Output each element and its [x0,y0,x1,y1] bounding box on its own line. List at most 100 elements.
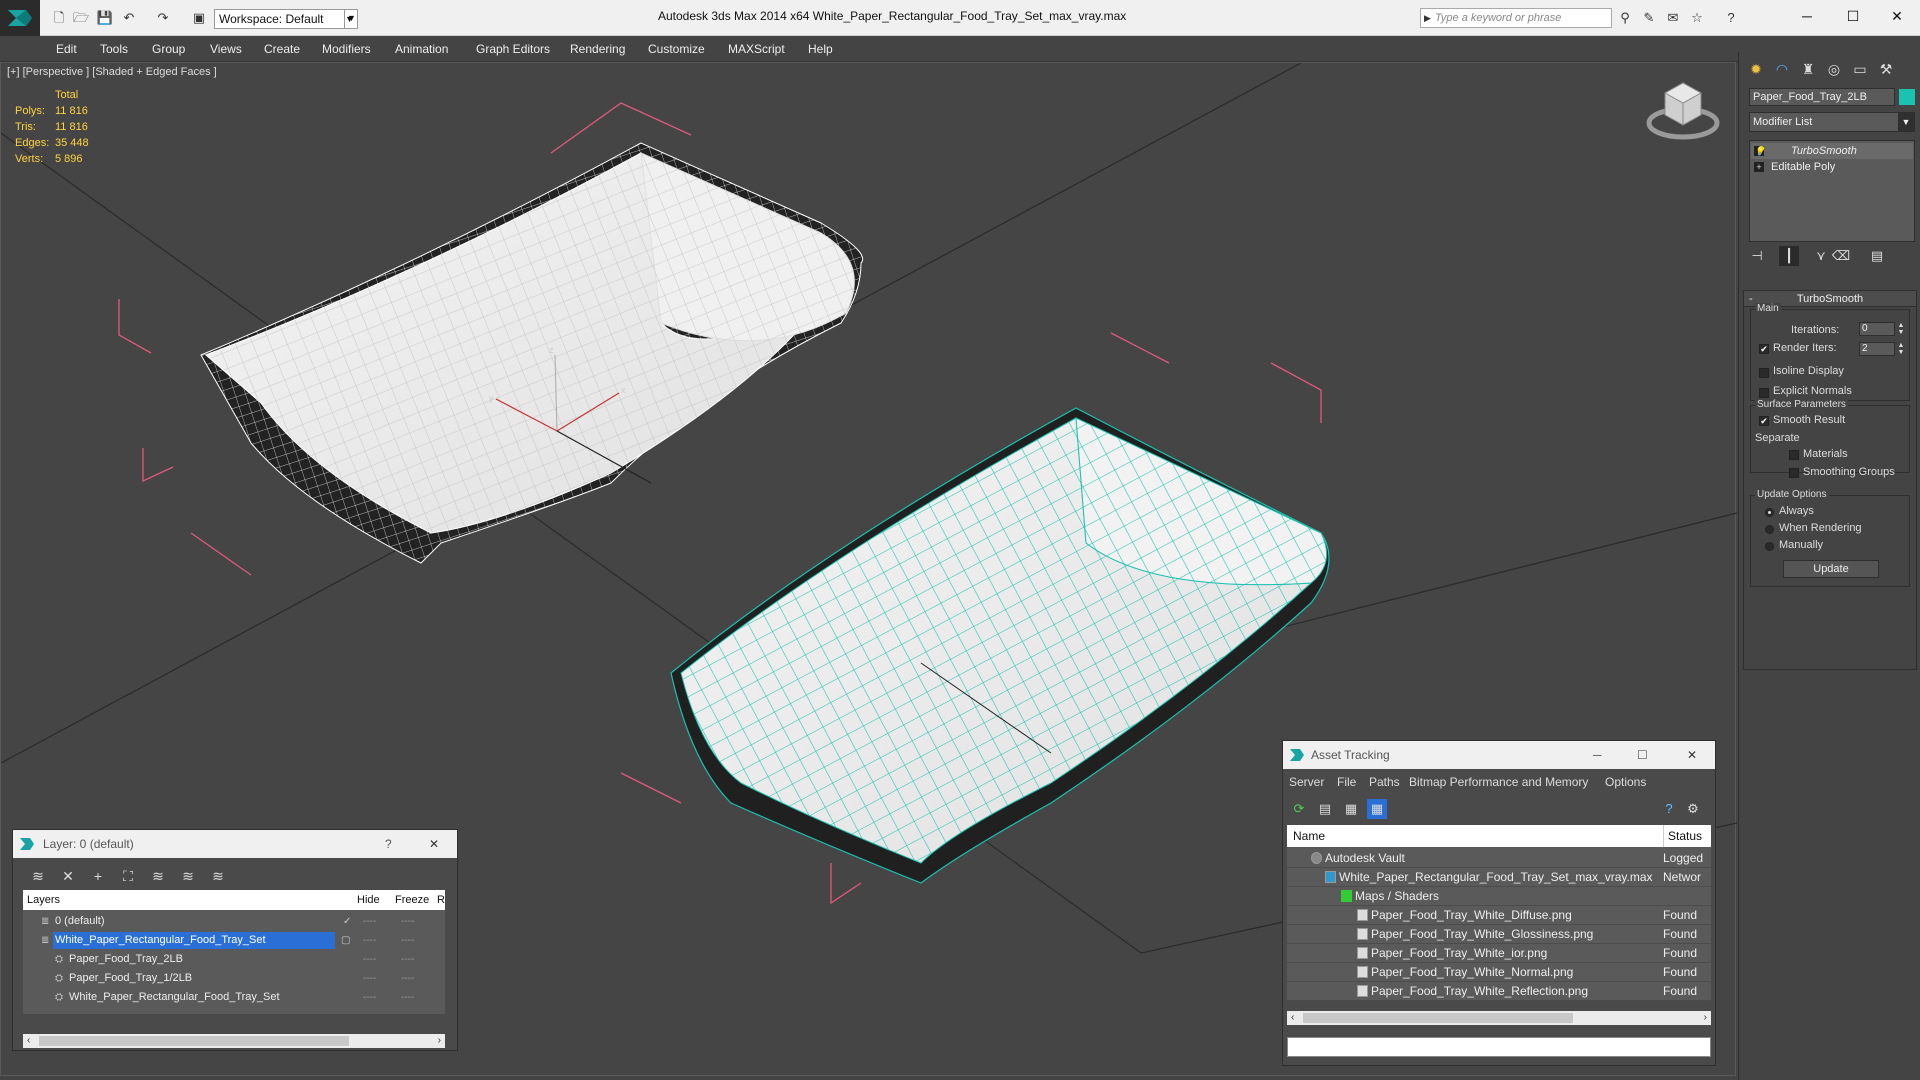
thumbnail-view-icon[interactable]: ▦ [1341,799,1361,819]
asset-row[interactable]: Maps / Shaders [1287,887,1711,906]
close-button[interactable]: ✕ [1874,0,1920,32]
freeze-toggle[interactable]: ---- [401,969,414,988]
modifier-list-dropdown[interactable]: Modifier List ▼ [1749,112,1915,132]
tray-object-white[interactable] [200,142,863,564]
new-layer-icon[interactable]: ≋ [27,866,49,886]
layer-name[interactable]: 0 (default) [53,913,107,930]
column-header-layers[interactable]: Layers [27,890,60,910]
favorites-star-icon[interactable]: ☆ [1688,10,1706,26]
app-logo-icon[interactable] [0,0,40,36]
asset-row[interactable]: Autodesk Vault Logged [1287,849,1711,868]
render-iters-checkbox[interactable]: ✔ [1759,344,1769,354]
manually-radio[interactable] [1765,542,1774,551]
freeze-all-icon[interactable]: ≋ [207,866,229,886]
freeze-toggle[interactable]: ---- [401,931,414,950]
menu-help[interactable]: Help [808,42,833,56]
explicit-normals-checkbox[interactable] [1759,388,1769,398]
stack-item-editable-poly[interactable]: + Editable Poly [1751,159,1913,175]
menu-graph-editors[interactable]: Graph Editors [476,42,550,56]
menu-modifiers[interactable]: Modifiers [322,42,371,56]
viewport-label[interactable]: [+] [Perspective ] [Shaded + Edged Faces… [7,66,217,78]
menu-views[interactable]: Views [210,42,242,56]
help-icon[interactable]: ? [1722,10,1740,26]
scrollbar-thumb[interactable] [1303,1013,1573,1023]
modify-tab-icon[interactable]: ◠ [1769,56,1795,82]
viewcube-icon[interactable] [1646,82,1720,140]
asset-row[interactable]: Paper_Food_Tray_White_Reflection.png Fou… [1287,982,1711,1001]
tray-object-selected[interactable] [670,407,1330,884]
make-unique-icon[interactable]: ⋎ [1811,246,1831,266]
materials-checkbox[interactable] [1789,450,1799,460]
expand-plus-icon[interactable]: + [1754,162,1764,172]
save-file-icon[interactable]: 💾 [96,10,114,26]
project-folder-icon[interactable]: ▣ [190,10,208,26]
search-input[interactable]: ▶ Type a keyword or phrase [1420,8,1612,28]
spinner-arrows-icon[interactable]: ▲ ▼ [1897,342,1905,356]
configure-sets-icon[interactable]: ▤ [1867,246,1887,266]
communication-icon[interactable]: ✉ [1664,10,1682,26]
stack-item-turbosmooth[interactable]: 💡 TurboSmooth [1751,143,1913,159]
menu-server[interactable]: Server [1289,775,1324,789]
column-header-render[interactable]: R [437,890,445,910]
subscription-icon[interactable]: ✎ [1640,10,1658,26]
asset-row[interactable]: Paper_Food_Tray_White_ior.png Found [1287,944,1711,963]
create-tab-icon[interactable]: ✹ [1743,56,1769,82]
minimize-button[interactable]: ─ [1784,0,1830,32]
close-button[interactable]: ✕ [429,830,439,858]
binoculars-icon[interactable]: ⚲ [1616,10,1634,26]
dialog-title-bar[interactable]: Asset Tracking ─ ☐ ✕ [1283,741,1715,769]
active-layer-check-icon[interactable]: ✓ [343,912,351,931]
menu-customize[interactable]: Customize [648,42,705,56]
layer-name[interactable]: Paper_Food_Tray_1/2LB [67,970,194,987]
horizontal-scrollbar[interactable]: ‹ › [23,1034,445,1048]
undo-icon[interactable]: ↶ [120,10,138,26]
workspace-menu-button[interactable]: ▼ [344,9,358,29]
scroll-right-icon[interactable]: › [438,1034,441,1048]
column-header-name[interactable]: Name [1293,825,1325,847]
asset-path-field[interactable] [1287,1037,1711,1057]
column-header-hide[interactable]: Hide [357,890,380,910]
lightbulb-icon[interactable]: 💡 [1754,146,1765,156]
layer-name[interactable]: White_Paper_Rectangular_Food_Tray_Set [67,989,282,1006]
layer-row[interactable]: ⛭ Paper_Food_Tray_1/2LB ---- ---- [23,969,445,988]
spinner-arrows-icon[interactable]: ▲ ▼ [1897,322,1905,336]
delete-layer-icon[interactable]: ✕ [57,866,79,886]
asset-row[interactable]: Paper_Food_Tray_White_Glossiness.png Fou… [1287,925,1711,944]
minimize-button[interactable]: ─ [1593,741,1602,769]
layer-row[interactable]: ≣ 0 (default) ✓ ---- ---- [23,912,445,931]
dialog-title-bar[interactable]: Layer: 0 (default) ? ✕ [13,830,457,858]
display-tab-icon[interactable]: ▭ [1847,56,1873,82]
layer-name[interactable]: White_Paper_Rectangular_Food_Tray_Set [53,932,335,949]
hide-toggle[interactable]: ---- [363,912,376,931]
menu-tools[interactable]: Tools [100,42,128,56]
maximize-button[interactable]: ☐ [1830,0,1876,32]
smooth-result-checkbox[interactable]: ✔ [1759,416,1769,426]
settings-icon[interactable]: ⚙ [1683,799,1703,819]
table-view-icon[interactable]: ▦ [1367,799,1387,819]
menu-rendering[interactable]: Rendering [570,42,625,56]
hide-toggle[interactable]: ---- [363,950,376,969]
layer-row[interactable]: ≣ White_Paper_Rectangular_Food_Tray_Set … [23,931,445,950]
pin-stack-icon[interactable]: ⊣ [1747,246,1767,266]
update-button[interactable]: Update [1783,560,1879,578]
layer-row[interactable]: ⛭ White_Paper_Rectangular_Food_Tray_Set … [23,988,445,1007]
scroll-left-icon[interactable]: ‹ [1291,1011,1294,1025]
hide-toggle[interactable]: ---- [363,931,376,950]
iterations-spinner[interactable]: 0 [1859,322,1895,336]
menu-maxscript[interactable]: MAXScript [728,42,785,56]
hierarchy-tab-icon[interactable]: ♜ [1795,56,1821,82]
workspace-dropdown[interactable]: Workspace: Default ▼ [214,9,358,29]
maximize-button[interactable]: ☐ [1637,741,1648,769]
column-header-status[interactable]: Status [1663,825,1702,847]
freeze-toggle[interactable]: ---- [401,912,414,931]
when-rendering-radio[interactable] [1765,525,1774,534]
refresh-icon[interactable]: ⟳ [1289,799,1309,819]
help-button[interactable]: ? [385,830,392,858]
menu-animation[interactable]: Animation [395,42,448,56]
object-name-field[interactable]: Paper_Food_Tray_2LB [1749,88,1895,106]
list-view-icon[interactable]: ▤ [1315,799,1335,819]
object-color-swatch[interactable] [1899,89,1915,105]
new-file-icon[interactable]: 🗋 [50,10,68,26]
highlight-selected-icon[interactable]: ≋ [147,866,169,886]
asset-row[interactable]: White_Paper_Rectangular_Food_Tray_Set_ma… [1287,868,1711,887]
